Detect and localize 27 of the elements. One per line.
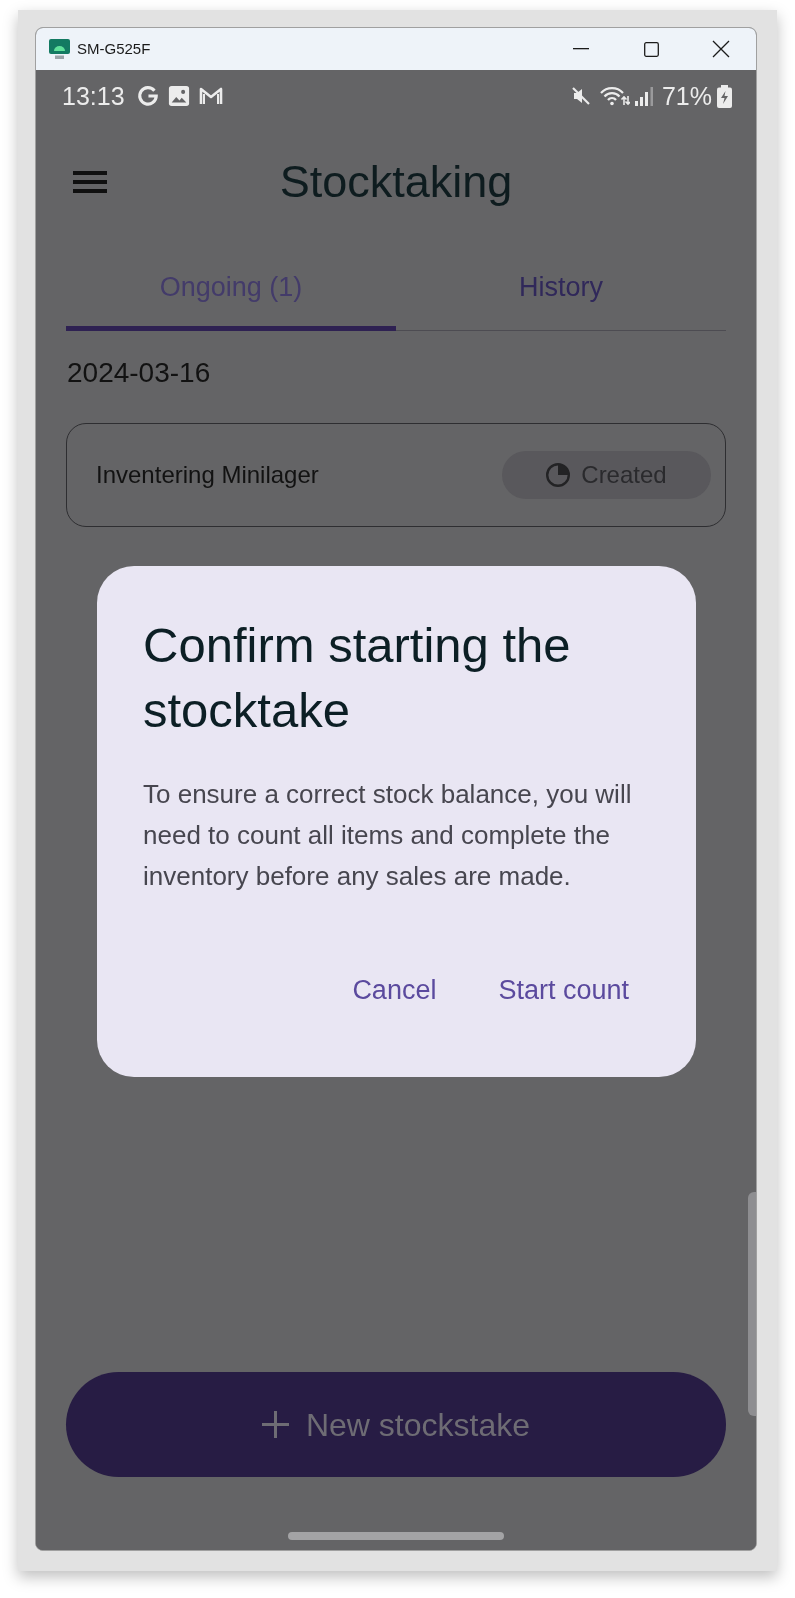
g-logo-icon [136,85,159,107]
image-icon [167,85,190,107]
dialog-title: Confirm starting the stocktake [143,617,572,739]
maximize-icon [643,41,659,57]
date-heading: 2024-03-16 [67,356,212,390]
scrollbar-thumb[interactable] [748,1192,756,1416]
battery-icon [717,84,732,108]
tab[interactable]: History [396,242,726,331]
robot-monitor-icon [49,39,70,59]
muted-speaker-icon [570,86,591,106]
window-title: SM-G525F [77,38,151,59]
dialog-button[interactable]: Start count [486,966,641,1014]
close-icon [712,40,730,58]
stocktake-name: Inventering Minilager [96,460,319,490]
dialog-button[interactable]: Cancel [340,966,449,1014]
plus-icon [261,1411,289,1438]
battery-percent: 71% [661,81,712,111]
signal-icon [634,86,654,106]
app-title: Stocktaking [279,155,513,209]
wifi-icon [599,86,630,106]
status-time: 13:13 [62,81,125,111]
dialog-message: To ensure a correct stock balance, you will need to count all items and complete the inventory before any sales are made. [143,778,633,893]
pie-chart-icon [546,463,571,487]
minimize-icon [573,48,589,50]
new-stocktake-button[interactable]: New stockstake [66,1372,726,1477]
menu-icon [73,171,107,193]
mail-icon [198,86,223,106]
